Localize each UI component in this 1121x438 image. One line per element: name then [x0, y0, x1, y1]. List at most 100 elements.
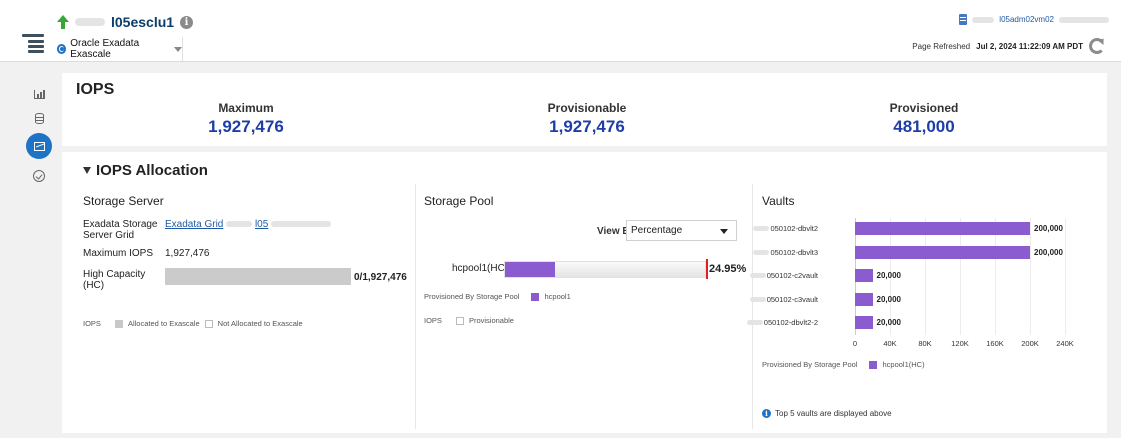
metric-value: 1,927,476 [208, 117, 284, 136]
legend-swatch [455, 316, 464, 325]
chart-gridline [960, 218, 961, 335]
redacted-text [226, 221, 253, 227]
info-icon: i [762, 409, 771, 418]
legend-item: hcpool1(HC) [882, 360, 925, 369]
legend-swatch [204, 319, 213, 328]
legend-swatch [869, 360, 878, 369]
target-type-label: Oracle Exadata Exascale [70, 38, 140, 60]
legend-swatch [114, 319, 123, 328]
vault-bar[interactable] [855, 222, 1030, 235]
page-header: l05esclu1 i Oracle Exadata Exascale l05a… [0, 0, 1121, 62]
chevron-down-icon [720, 229, 728, 234]
metric-label: Provisionable [547, 101, 627, 115]
chart-gridline [925, 218, 926, 335]
legend-item: Provisionable [468, 316, 514, 325]
allocation-title: IOPS Allocation [96, 162, 208, 179]
view-by-select[interactable]: Percentage [626, 220, 737, 241]
bar-value-label: 20,000 [876, 318, 901, 327]
x-tick-label: 240K [1056, 339, 1074, 348]
refresh-time: Jul 2, 2024 11:22:09 AM PDT [976, 41, 1083, 51]
metric-provisionable: Provisionable 1,927,476 [487, 101, 687, 137]
refresh-label: Page Refreshed [912, 41, 971, 51]
vault-bar[interactable] [855, 292, 873, 306]
metric-provisioned: Provisioned 481,000 [824, 101, 1024, 137]
storage-pool-legend: Provisioned By Storage Pool hcpool1 [424, 292, 571, 301]
page-refreshed: Page Refreshed Jul 2, 2024 11:22:09 AM P… [912, 38, 1105, 54]
host-name[interactable]: l05adm02vm02 [999, 15, 1054, 24]
column-divider [415, 184, 416, 429]
legend-item: hcpool1 [544, 292, 571, 301]
info-icon[interactable]: i [180, 15, 194, 29]
bar-value-label: 200,000 [1034, 224, 1063, 233]
hc-label: High Capacity (HC) [83, 269, 146, 291]
pool-limit-marker [706, 259, 708, 279]
nav-summary[interactable] [26, 81, 52, 107]
nav-performance[interactable] [26, 133, 52, 159]
redacted-text [1059, 16, 1109, 23]
storage-server-title: Storage Server [83, 194, 164, 208]
hc-allocation-value: 0/1,927,476 [354, 272, 407, 283]
iops-title: IOPS [76, 81, 115, 98]
legend-item: Allocated to Exascale [127, 319, 200, 328]
category-label: 050102-dbvlt2-2 [746, 318, 818, 327]
host-link[interactable]: l05adm02vm02 [959, 14, 1109, 25]
menu-icon[interactable] [22, 34, 44, 54]
redacted-text [271, 221, 332, 227]
column-divider [752, 184, 753, 429]
target-title: l05esclu1 i [57, 14, 194, 30]
storage-pool-iops-legend: IOPS Provisionable [424, 316, 514, 325]
nav-database[interactable] [26, 105, 52, 131]
x-tick-label: 120K [951, 339, 969, 348]
legend-title: IOPS [83, 319, 101, 328]
vaults-note: i Top 5 vaults are displayed above [762, 409, 892, 418]
vault-bar[interactable] [855, 316, 873, 329]
storage-server-legend: IOPS Allocated to Exascale Not Allocated… [83, 319, 303, 328]
pool-label: hcpool1(HC) [452, 263, 509, 274]
x-tick-label: 80K [918, 339, 932, 348]
grid-label: Exadata Storage Server Grid [83, 219, 158, 241]
refresh-icon[interactable] [1089, 38, 1105, 54]
iops-allocation-card: IOPS Allocation Storage Server Exadata S… [62, 152, 1107, 433]
view-by-value: Percentage [631, 225, 683, 236]
nav-compliance[interactable] [26, 163, 52, 189]
bar-chart-icon [33, 89, 45, 99]
pool-bar-fill [505, 262, 555, 277]
metric-label: Provisioned [889, 101, 959, 115]
grid-link-secondary[interactable]: l05 [255, 219, 268, 230]
max-iops-value: 1,927,476 [165, 248, 210, 259]
server-icon [959, 14, 968, 25]
storage-pool-title: Storage Pool [424, 194, 494, 208]
performance-icon [33, 141, 45, 151]
vault-bar[interactable] [855, 245, 1030, 259]
pool-bar-track [504, 261, 706, 278]
bar-value-label: 200,000 [1034, 247, 1063, 257]
vault-bar[interactable] [855, 269, 873, 282]
metric-label: Maximum [218, 101, 274, 115]
metric-value: 1,927,476 [549, 117, 625, 136]
allocation-toggle[interactable]: IOPS Allocation [83, 162, 208, 179]
x-tick-label: 40K [883, 339, 897, 348]
grid-link[interactable]: Exadata Grid [165, 219, 223, 230]
category-label: 050102-dbvlt3 [753, 248, 818, 257]
category-label: 050102-c3vault [749, 295, 818, 304]
compliance-check-icon [33, 170, 45, 182]
status-up-icon [57, 15, 69, 29]
target-type-menu[interactable]: Oracle Exadata Exascale [57, 37, 183, 61]
chart-gridline [1030, 218, 1031, 335]
x-tick-label: 160K [986, 339, 1004, 348]
chart-gridline [1065, 218, 1066, 335]
max-iops-label: Maximum IOPS [83, 248, 154, 259]
legend-title: IOPS [424, 316, 442, 325]
legend-item: Not Allocated to Exascale [217, 319, 303, 328]
grid-value: Exadata Grid l05 [165, 219, 332, 230]
database-icon [34, 112, 44, 124]
metric-maximum: Maximum 1,927,476 [146, 101, 346, 137]
redacted-text [75, 18, 105, 26]
target-type-icon [57, 44, 67, 54]
iops-summary-card: IOPS Maximum 1,927,476 Provisionable 1,9… [62, 73, 1107, 146]
category-label: 050102-c2vault [749, 271, 818, 280]
vaults-legend: Provisioned By Storage Pool hcpool1(HC) [762, 360, 925, 369]
legend-title: Provisioned By Storage Pool [424, 292, 520, 301]
bar-value-label: 20,000 [876, 271, 901, 280]
note-text: Top 5 vaults are displayed above [775, 409, 892, 418]
